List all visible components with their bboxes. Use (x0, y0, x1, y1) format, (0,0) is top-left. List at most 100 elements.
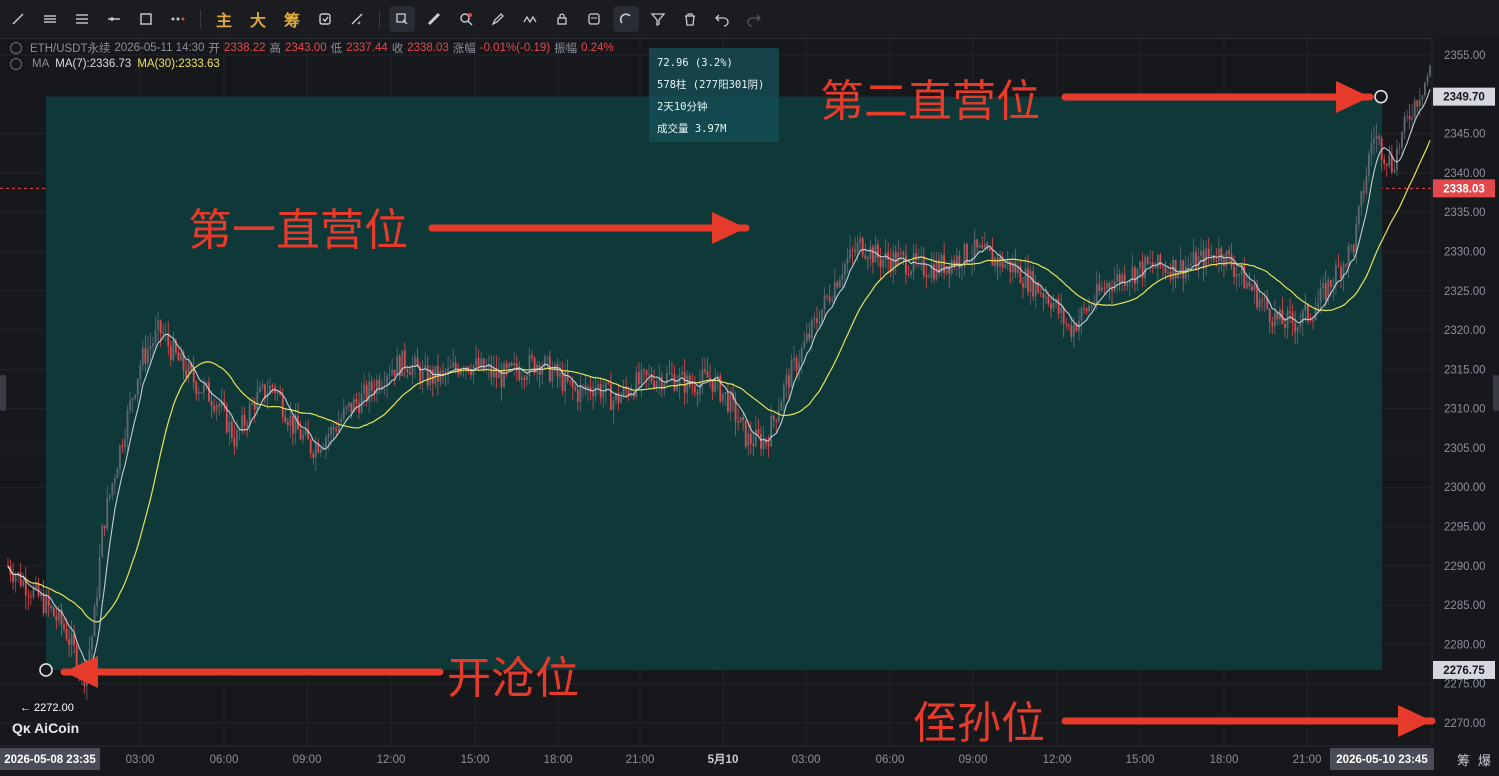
open-point-marker (39, 663, 53, 677)
change-value: -0.01%(-0.19) (479, 42, 551, 54)
candle-body (1337, 265, 1340, 267)
candle-body (1360, 191, 1363, 207)
candle-body (775, 419, 778, 422)
candle-body (319, 448, 322, 453)
candle-body (637, 372, 640, 384)
candle-body (1261, 299, 1264, 301)
candle-body (800, 347, 803, 363)
candle-body (543, 356, 546, 368)
candle-body (65, 628, 68, 640)
right-collapse-handle[interactable] (1493, 375, 1499, 411)
candle-body (111, 483, 114, 495)
collapse-icon[interactable] (10, 42, 22, 54)
measure-volume: 成交量 3.97M (657, 123, 727, 135)
candle-body (304, 429, 307, 435)
candle-body (442, 370, 444, 373)
open-label: 开 (208, 43, 220, 55)
candle-body (597, 383, 600, 388)
measure-duration: 2天10分钟 (657, 101, 708, 113)
candle-body (866, 258, 869, 260)
candle-body (1388, 155, 1391, 166)
candle-body (602, 392, 605, 398)
candle-body (882, 259, 884, 268)
candle-body (841, 274, 844, 280)
price-marker-label: 2338.03 (1443, 183, 1485, 195)
annotation-open: 开沧位 (447, 653, 579, 704)
candle-body (1228, 250, 1230, 255)
candle-body (162, 333, 165, 335)
candle-body (1072, 324, 1075, 337)
candle-body (739, 417, 742, 423)
candle-body (1322, 282, 1325, 289)
candle-body (1276, 312, 1279, 320)
candle-body (1210, 255, 1213, 256)
candle-body (1373, 138, 1375, 143)
left-collapse-handle[interactable] (0, 375, 6, 411)
candle-body (393, 369, 396, 376)
ma-title[interactable]: MA (32, 58, 49, 70)
candle-body (927, 276, 930, 278)
candle-body (1329, 279, 1332, 288)
candle-body (292, 415, 294, 434)
candle-body (1103, 287, 1106, 289)
candle-body (788, 375, 790, 388)
candle-body (770, 416, 773, 446)
low-value: 2337.44 (346, 42, 388, 54)
candle-body (129, 400, 132, 411)
liquidation-toggle[interactable]: 爆 (1478, 750, 1491, 769)
candle-body (592, 392, 594, 397)
candle-body (355, 399, 358, 403)
symbol-name: ETH/USDT永续 (30, 43, 111, 55)
candle-body (1044, 296, 1047, 299)
candle-body (1403, 116, 1406, 132)
chips-toggle[interactable]: 筹 (1457, 750, 1470, 769)
candle-body (996, 257, 999, 267)
candle-body (401, 350, 404, 377)
candle-body (1167, 271, 1169, 273)
candle-body (668, 373, 671, 375)
candle-body (681, 372, 684, 375)
price-axis: 2355.00 2345.00 2340.00 2335.00 2330.00 2325.… (1431, 38, 1499, 746)
candle-body (859, 238, 862, 243)
candle-body (612, 400, 615, 410)
close-value: 2338.03 (407, 42, 449, 54)
candle-body (1362, 191, 1365, 193)
candle-body (989, 248, 991, 251)
candle-body (737, 421, 739, 423)
candle-body (523, 377, 526, 380)
candle-body (139, 364, 142, 379)
candle-body (691, 385, 694, 387)
collapse-icon[interactable] (10, 58, 22, 70)
candle-body (910, 271, 912, 275)
candle-body (63, 624, 65, 629)
candle-body (813, 318, 816, 320)
candle-body (803, 341, 806, 348)
candle-body (831, 300, 834, 302)
candle-body (1134, 267, 1136, 284)
candle-body (1357, 206, 1360, 225)
candle-body (1187, 265, 1190, 267)
candle-body (864, 255, 867, 259)
candle-body (777, 410, 780, 422)
candle-body (1416, 100, 1419, 107)
candle-body (452, 362, 455, 368)
candle-body (314, 443, 317, 458)
candle-body (816, 318, 818, 323)
candle-body (902, 252, 905, 255)
candle-body (561, 372, 564, 392)
candle-body (772, 416, 775, 420)
candle-body (810, 319, 813, 339)
y-tick-label: 2355.00 (1444, 50, 1486, 62)
candle-body (571, 381, 574, 388)
candle-body (113, 478, 116, 484)
candle-body (256, 392, 259, 410)
price-marker-label: 2349.70 (1443, 92, 1485, 104)
candle-body (213, 405, 215, 411)
y-tick-label: 2315.00 (1444, 364, 1486, 376)
candle-body (1032, 271, 1035, 297)
candle-body (846, 258, 849, 264)
candle-body (375, 379, 378, 394)
candle-body (1174, 259, 1177, 279)
candle-body (1065, 323, 1068, 325)
candle-body (421, 368, 424, 383)
